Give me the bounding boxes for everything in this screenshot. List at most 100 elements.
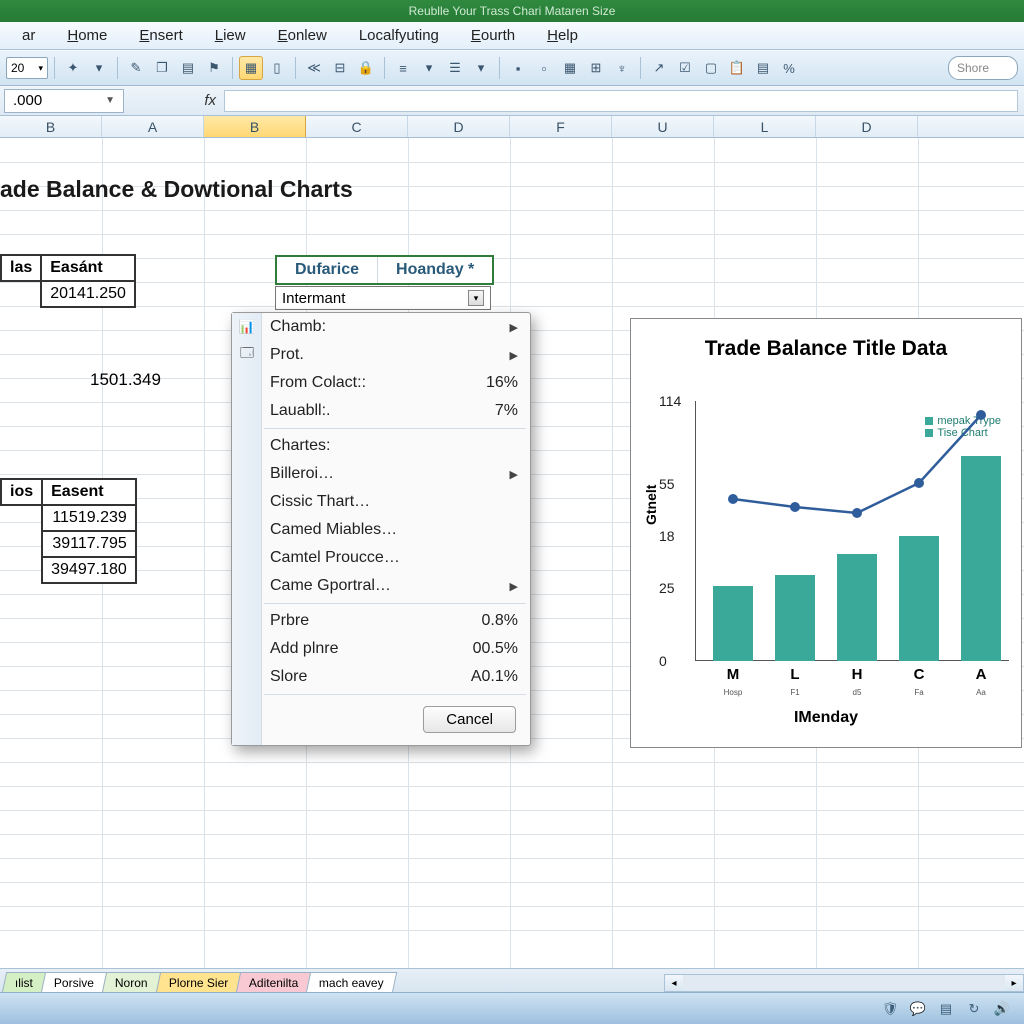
col-header[interactable]: D [408, 116, 510, 137]
list-icon[interactable]: ☰ [443, 56, 467, 80]
toolbar-separator [384, 57, 385, 79]
tray-chat-icon[interactable]: 💬 [908, 999, 928, 1019]
scroll-left-icon[interactable]: ◂ [665, 975, 683, 991]
col-header[interactable]: F [510, 116, 612, 137]
formula-bar[interactable] [224, 90, 1018, 112]
chart-icon: 📊 [238, 318, 256, 336]
toolbar-separator [640, 57, 641, 79]
dropdown-button-icon[interactable]: ▾ [468, 290, 484, 306]
horizontal-scrollbar[interactable]: ◂ ▸ [664, 974, 1024, 992]
align-dropdown-icon[interactable]: ▾ [417, 56, 441, 80]
menu-item-from-colact[interactable]: From Colact::16% [232, 369, 530, 397]
menu-eourth[interactable]: Eourth [455, 27, 531, 44]
search-input[interactable]: Shore [948, 56, 1018, 80]
chart[interactable]: Trade Balance Title Data Gtnelt mepak Tr… [630, 318, 1022, 748]
menu-item-lauabll[interactable]: Lauabll:.7% [232, 397, 530, 425]
tray-refresh-icon[interactable]: ↻ [964, 999, 984, 1019]
inbox-icon[interactable]: ⊟ [328, 56, 352, 80]
col-header[interactable]: D [816, 116, 918, 137]
active-cell-dropdown[interactable]: Intermant ▾ [275, 286, 491, 310]
menu-item-add-plnre[interactable]: Add plnre00.5% [232, 635, 530, 663]
sheet-tab[interactable]: Aditenilta [236, 972, 312, 993]
table-icon[interactable]: ▤ [751, 56, 775, 80]
checklist-icon[interactable]: ☑ [673, 56, 697, 80]
font-size-combo[interactable]: 20▾ [6, 57, 48, 79]
align-left-icon[interactable]: ≡ [391, 56, 415, 80]
lock-icon[interactable]: 🔒 [354, 56, 378, 80]
x-tick: L [775, 666, 815, 683]
active-cell-value: Intermant [282, 290, 345, 307]
formula-row: .000▼ fx [0, 86, 1024, 116]
panel-icon[interactable]: ▫ [532, 56, 556, 80]
tray-shield-icon[interactable]: 🛡 [880, 999, 900, 1019]
col-header[interactable]: B [0, 116, 102, 137]
highlight-icon[interactable]: ▦ [239, 56, 263, 80]
table-cell[interactable]: 20141.250 [41, 281, 135, 307]
menu-item-camtel-proucce[interactable]: Camtel Proucce… [232, 544, 530, 572]
clipboard-icon[interactable]: 📋 [725, 56, 749, 80]
col-header[interactable]: A [102, 116, 204, 137]
sort-asc-icon[interactable]: ↗ [647, 56, 671, 80]
chart-bar [713, 586, 753, 661]
menu-home[interactable]: Home [51, 27, 123, 44]
menu-item-came-gportral[interactable]: Came Gportral…▶ [232, 572, 530, 600]
table-cell[interactable]: 11519.239 [42, 505, 136, 531]
grid-icon[interactable]: ▦ [558, 56, 582, 80]
sheet-tab[interactable]: Plorne Sier [155, 972, 241, 993]
menu-view[interactable]: Liew [199, 27, 262, 44]
col-header[interactable]: U [612, 116, 714, 137]
sheet-tab[interactable]: Porsive [41, 972, 107, 993]
sheet-tab[interactable]: ılist [2, 972, 46, 993]
sheet-tab[interactable]: mach eavey [306, 972, 397, 993]
document-icon[interactable]: ▤ [176, 56, 200, 80]
window-icon[interactable]: ⊞ [584, 56, 608, 80]
menu-item-prbre[interactable]: Prbre0.8% [232, 607, 530, 635]
menu-eonlew[interactable]: Eonlew [262, 27, 343, 44]
menu-item-billeroi[interactable]: Billeroi…▶ [232, 460, 530, 488]
table-header: Easent [42, 479, 136, 505]
tray-volume-icon[interactable]: 🔊 [992, 999, 1012, 1019]
col-header-selected[interactable]: B [204, 116, 306, 137]
sheet-tab[interactable]: Noron [102, 972, 161, 993]
fx-label: fx [124, 92, 224, 109]
name-box[interactable]: .000▼ [4, 89, 124, 113]
brush-icon[interactable]: ✎ [124, 56, 148, 80]
more-icon[interactable]: ▾ [469, 56, 493, 80]
column-headers: B A B C D F U L D [0, 116, 1024, 138]
col-header[interactable]: C [306, 116, 408, 137]
spreadsheet-grid[interactable]: ade Balance & Dowtional Charts lasEasánt… [0, 138, 1024, 968]
cancel-button[interactable]: Cancel [423, 706, 516, 733]
flag-icon[interactable]: ⚑ [202, 56, 226, 80]
menu-ar[interactable]: ar [6, 27, 51, 44]
menu-item-cissic-thart[interactable]: Cissic Thart… [232, 488, 530, 516]
rect-icon[interactable]: ▪ [506, 56, 530, 80]
tray-page-icon[interactable]: ▤ [936, 999, 956, 1019]
scroll-right-icon[interactable]: ▸ [1005, 975, 1023, 991]
share-icon[interactable]: ≪ [302, 56, 326, 80]
chart-line-series [695, 401, 995, 551]
menu-item-chartes[interactable]: Chartes: [232, 432, 530, 460]
menu-item-slore[interactable]: SloreA0.1% [232, 663, 530, 691]
menu-insert[interactable]: Ensert [123, 27, 198, 44]
new-icon[interactable]: ✦ [61, 56, 85, 80]
chevron-down-icon[interactable]: ▼ [105, 95, 115, 106]
submenu-arrow-icon: ▶ [510, 321, 518, 334]
box-icon[interactable]: ▢ [699, 56, 723, 80]
menu-item-camed-miables[interactable]: Camed Miables… [232, 516, 530, 544]
menu-item-chamb[interactable]: 📊Chamb:▶ [232, 313, 530, 341]
dropdown-header-right: Hoanday * [378, 257, 492, 283]
menu-localfyuting[interactable]: Localfyuting [343, 27, 455, 44]
menu-item-prot[interactable]: 🗔Prot.▶ [232, 341, 530, 369]
loose-value[interactable]: 1501.349 [90, 370, 161, 390]
sitemap-icon[interactable]: ♆ [610, 56, 634, 80]
dropdown-icon[interactable]: ▾ [87, 56, 111, 80]
percent-icon[interactable]: % [777, 56, 801, 80]
table-cell[interactable]: 39497.180 [42, 557, 136, 583]
chart-bar [775, 575, 815, 661]
col-header[interactable]: L [714, 116, 816, 137]
table-cell[interactable]: 39117.795 [42, 531, 136, 557]
menu-help[interactable]: Help [531, 27, 594, 44]
page-icon[interactable]: ▯ [265, 56, 289, 80]
submenu-arrow-icon: ▶ [510, 468, 518, 481]
layers-icon[interactable]: ❐ [150, 56, 174, 80]
